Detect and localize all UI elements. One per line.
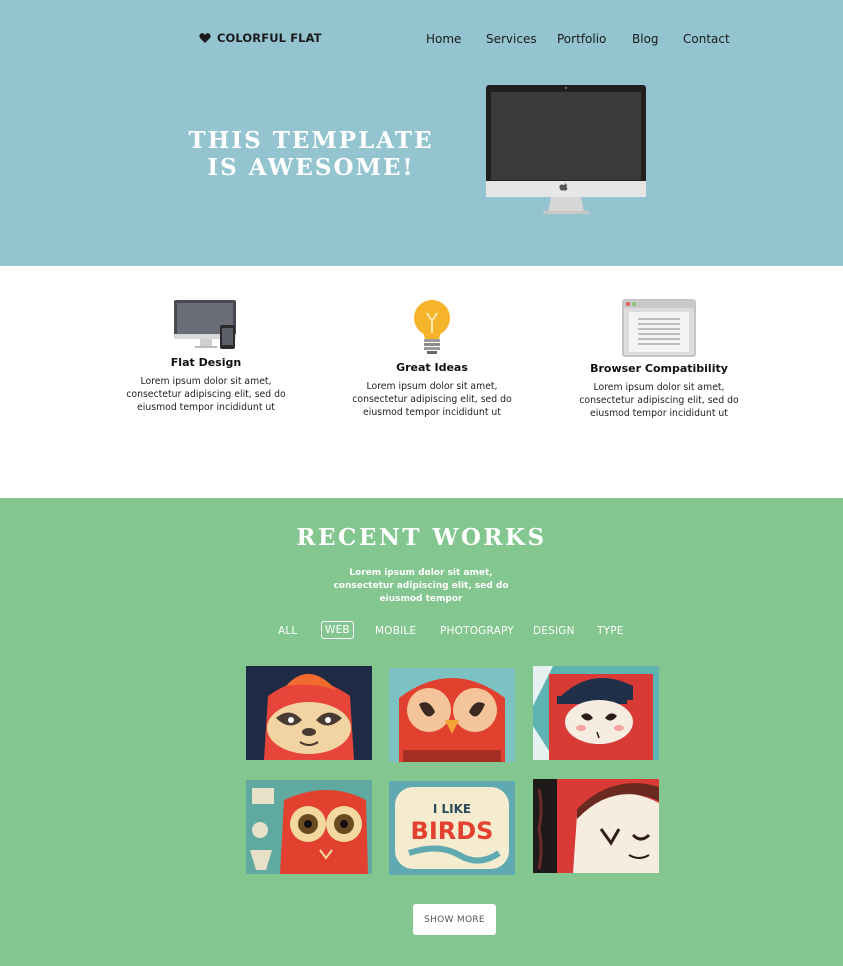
feature-great-ideas: Great Ideas Lorem ipsum dolor sit amet, … [337,299,527,419]
works-title: RECENT WORKS [296,524,547,551]
nav-contact[interactable]: Contact [683,32,730,46]
filter-type[interactable]: TYPE [597,625,624,637]
logo-text: COLORFUL FLAT [217,31,322,45]
lightbulb-icon [414,300,450,354]
feature-text: Lorem ipsum dolor sit amet, consectetur … [579,382,739,419]
feature-title: Flat Design [170,356,242,369]
browser-window-icon [622,299,696,357]
filter-all[interactable]: ALL [278,625,297,637]
nav-portfolio[interactable]: Portfolio [557,32,606,46]
features-section: Flat Design Lorem ipsum dolor sit amet, … [0,266,843,498]
portfolio-thumb-fox[interactable] [246,666,372,760]
portfolio-thumb-owl-pattern[interactable] [246,780,372,874]
feature-title: Browser Compatibility [590,362,728,375]
filter-web[interactable]: WEB [321,621,354,639]
feature-title: Great Ideas [396,361,468,374]
portfolio-thumb-i-like-birds[interactable]: I LIKE BIRDS [389,781,515,875]
heart-icon [199,33,211,43]
feature-text: Lorem ipsum dolor sit amet, consectetur … [126,376,286,413]
hero-title: THIS TEMPLATE IS AWESOME! [180,127,442,181]
nav-blog[interactable]: Blog [632,32,659,46]
hero-title-line2: IS AWESOME! [207,154,415,181]
logo[interactable]: COLORFUL FLAT [199,31,322,45]
devices-icon [174,300,236,349]
portfolio-thumb-owl[interactable] [389,668,515,762]
portfolio-thumb-face[interactable] [533,779,659,873]
show-more-button[interactable]: SHOW MORE [413,904,496,935]
filter-design[interactable]: DESIGN [533,625,575,637]
feature-flat-design: Flat Design Lorem ipsum dolor sit amet, … [111,299,301,414]
feature-browser-compatibility: Browser Compatibility Lorem ipsum dolor … [564,299,754,420]
feature-text: Lorem ipsum dolor sit amet, consectetur … [352,381,512,418]
imac-monitor-image [486,85,646,214]
recent-works-section: RECENT WORKS Lorem ipsum dolor sit amet,… [0,498,843,966]
hero-title-line1: THIS TEMPLATE [188,127,434,154]
hero-section: COLORFUL FLAT Home Services Portfolio Bl… [0,0,843,266]
portfolio-thumb-kid[interactable] [533,666,659,760]
nav-services[interactable]: Services [486,32,537,46]
svg-text:BIRDS: BIRDS [411,817,494,845]
nav-home[interactable]: Home [426,32,461,46]
filter-mobile[interactable]: MOBILE [375,625,416,637]
filter-photography[interactable]: PHOTOGRAPY [440,625,514,637]
birds-logo-text: I LIKE [433,802,471,816]
works-subtitle: Lorem ipsum dolor sit amet, consectetur … [333,568,509,604]
